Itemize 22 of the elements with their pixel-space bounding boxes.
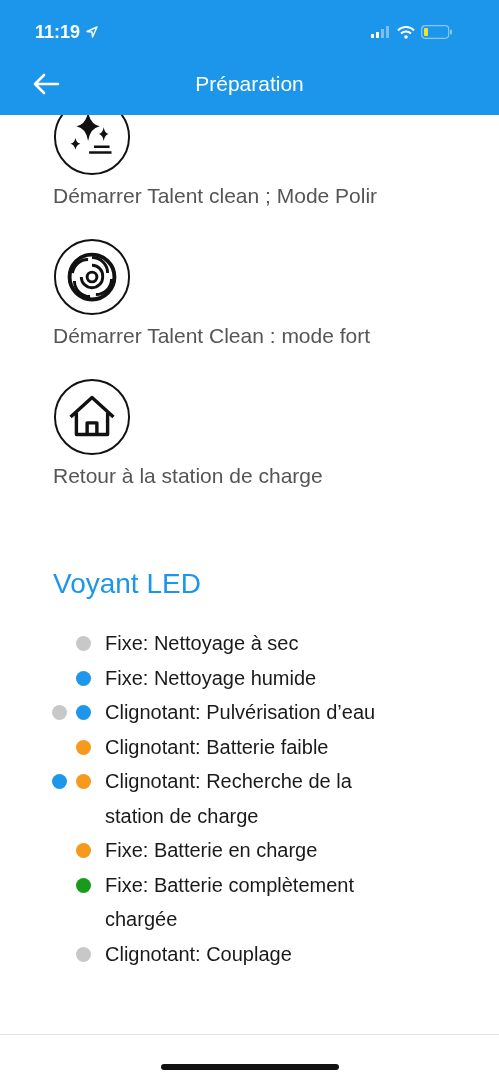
screen-title: Préparation	[195, 72, 304, 96]
section-heading: Voyant LED	[53, 568, 202, 600]
led-description: Clignotant: Pulvérisation d’eau	[105, 700, 377, 725]
led-description: Clignotant: Recherche de la station de charge	[105, 769, 353, 829]
sparkle-button-icon[interactable]	[53, 115, 131, 176]
led-description: Fixe: Nettoyage humide	[105, 665, 318, 691]
location-arrow-icon	[86, 26, 99, 38]
status-time: 11:19	[35, 21, 81, 43]
led-description: Fixe: Batterie complètement chargée	[105, 872, 355, 932]
action-label: Démarrer Talent clean ; Mode Polir	[53, 184, 378, 208]
signal-icon	[371, 26, 391, 38]
action-label: Démarrer Talent Clean : mode fort	[53, 324, 371, 348]
home-button-icon[interactable]	[53, 378, 131, 456]
swirl-button-icon[interactable]	[53, 238, 131, 316]
action-label: Retour à la station de charge	[53, 464, 323, 488]
battery-icon	[421, 25, 453, 39]
led-description: Fixe: Nettoyage à sec	[105, 631, 300, 656]
led-description: Fixe: Batterie en charge	[105, 838, 319, 863]
wifi-icon	[397, 25, 415, 39]
led-description: Clignotant: Couplage	[105, 941, 293, 967]
back-arrow-icon[interactable]	[32, 72, 60, 96]
led-description: Clignotant: Batterie faible	[105, 734, 330, 760]
